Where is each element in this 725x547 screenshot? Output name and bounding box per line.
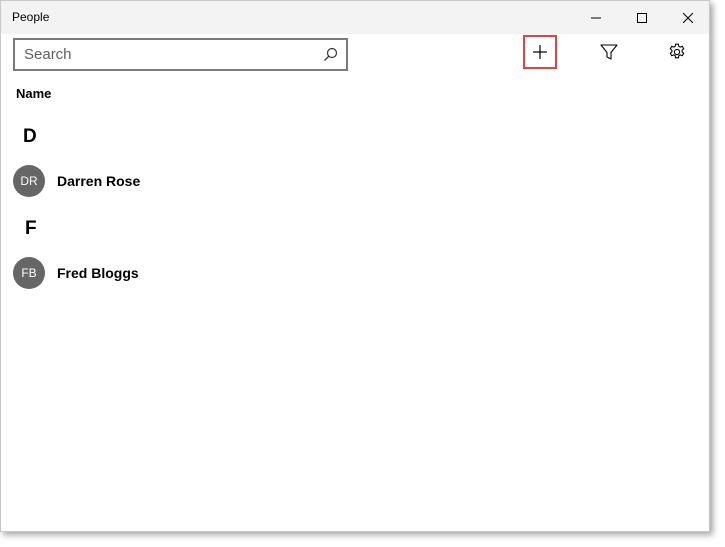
column-header-name[interactable]: Name: [16, 86, 51, 101]
minimize-icon: [591, 17, 601, 18]
search-icon[interactable]: [323, 47, 338, 62]
filter-icon: [600, 44, 618, 60]
maximize-icon: [637, 12, 647, 23]
avatar: DR: [13, 165, 45, 197]
people-window: People Search Name D DR Darren Rose F FB…: [0, 0, 710, 532]
close-icon: [683, 12, 693, 23]
minimize-button[interactable]: [573, 1, 619, 34]
plus-icon: [533, 45, 547, 59]
avatar: FB: [13, 257, 45, 289]
settings-button[interactable]: [660, 35, 694, 69]
search-input[interactable]: [15, 40, 305, 69]
group-header-f[interactable]: F: [25, 218, 37, 240]
close-button[interactable]: [665, 1, 709, 34]
title-bar[interactable]: People: [1, 1, 709, 34]
contact-name: Darren Rose: [57, 173, 141, 189]
contact-name: Fred Bloggs: [57, 265, 139, 281]
contact-row[interactable]: DR Darren Rose: [13, 165, 693, 197]
contact-row[interactable]: FB Fred Bloggs: [13, 257, 693, 289]
gear-icon: [669, 43, 685, 59]
add-contact-button[interactable]: [523, 35, 557, 69]
app-title: People: [12, 10, 50, 24]
search-box[interactable]: [13, 38, 348, 71]
maximize-button[interactable]: [619, 1, 665, 34]
filter-button[interactable]: [592, 35, 626, 69]
group-header-d[interactable]: D: [23, 126, 37, 148]
